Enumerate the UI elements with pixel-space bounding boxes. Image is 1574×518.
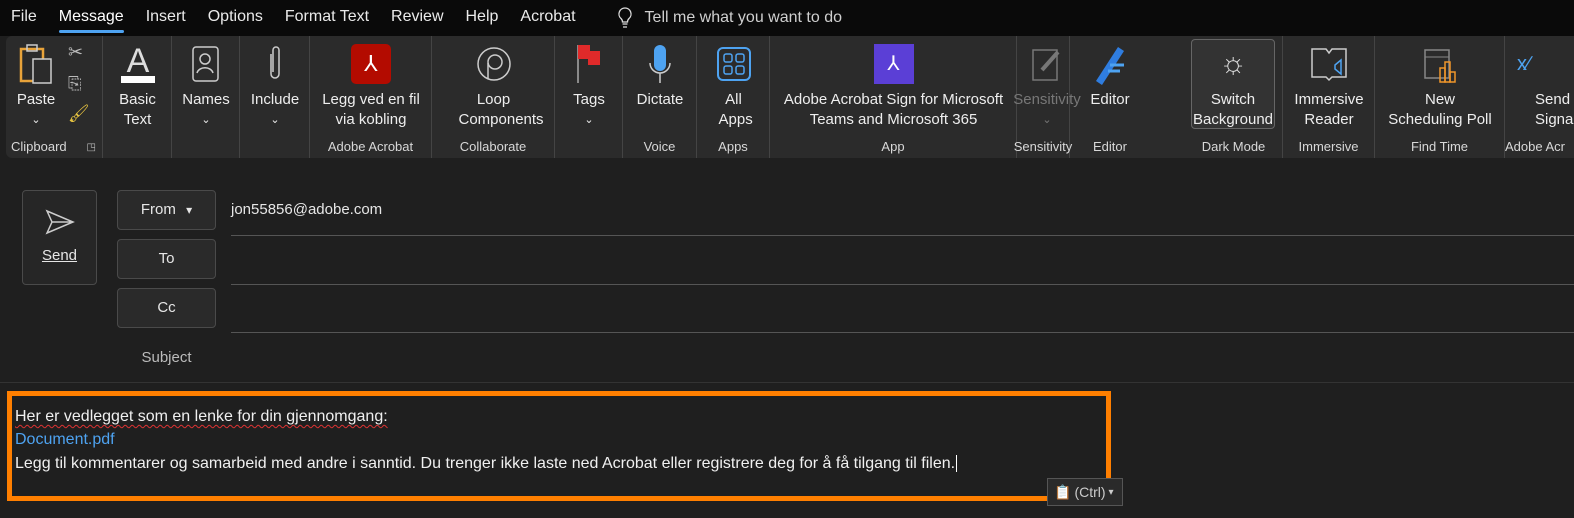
scheduling-poll-icon	[1375, 40, 1505, 88]
body-line-1: Her er vedlegget som en lenke for din gj…	[15, 408, 388, 425]
names-button[interactable]: Names ⌄	[172, 40, 240, 130]
paperclip-icon	[240, 40, 310, 88]
divider	[231, 235, 1574, 236]
divider	[231, 332, 1574, 333]
body-line-3: Legg til kommentarer og samarbeid med an…	[15, 455, 958, 473]
tell-me-text: Tell me what you want to do	[644, 9, 842, 26]
format-painter-icon[interactable]: 🖌	[68, 104, 90, 124]
svg-text:A: A	[126, 42, 149, 80]
group-include: Include ⌄	[240, 36, 310, 158]
dialog-launcher-icon[interactable]: ◳	[87, 142, 96, 153]
loop-components-button[interactable]: Loop Components	[432, 40, 555, 130]
signature-icon: x∕	[1517, 53, 1531, 75]
address-book-icon	[172, 40, 240, 88]
tags-button[interactable]: Tags ⌄	[555, 40, 623, 130]
menu-help[interactable]: Help	[455, 0, 510, 36]
group-clipboard: Paste ⌄ ✂ ⎘ 🖌 Clipboard ◳	[6, 36, 103, 158]
group-tags: Tags ⌄	[555, 36, 623, 158]
include-button[interactable]: Include ⌄	[240, 40, 310, 130]
copy-icon[interactable]: ⎘	[68, 74, 82, 94]
all-apps-button[interactable]: All Apps	[697, 40, 770, 130]
microphone-icon	[623, 40, 697, 88]
immersive-reader-button[interactable]: Immersive Reader	[1283, 40, 1375, 130]
send-for-signature-button[interactable]: x∕ Send Signa	[1517, 40, 1574, 130]
from-value: jon55856@adobe.com	[231, 201, 383, 218]
group-voice: Dictate Voice	[623, 36, 697, 158]
attach-file-via-link-button[interactable]: ⅄ Legg ved en fil via kobling	[310, 40, 432, 130]
menu-acrobat[interactable]: Acrobat	[509, 0, 586, 36]
menu-review[interactable]: Review	[380, 0, 454, 36]
dropdown-arrow-icon: ▾	[1108, 486, 1114, 498]
editor-button[interactable]: Editor	[1070, 40, 1150, 110]
sun-icon: ☼	[1219, 47, 1247, 80]
message-body[interactable]: Her er vedlegget som en lenke for din gj…	[0, 382, 1574, 518]
immersive-reader-icon	[1283, 40, 1375, 88]
document-link-text[interactable]: Document.pdf	[15, 431, 115, 448]
ribbon: Paste ⌄ ✂ ⎘ 🖌 Clipboard ◳ A Basic Text Na…	[6, 36, 1574, 158]
paste-button[interactable]: Paste ⌄	[10, 40, 62, 130]
subject-label: Subject	[141, 349, 192, 366]
body-line-3-text: Legg til kommentarer og samarbeid med an…	[15, 455, 956, 472]
group-collaborate: Loop Components Collaborate	[432, 36, 555, 158]
paste-options-button[interactable]: 📋 (Ctrl) ▾	[1047, 478, 1123, 506]
send-icon	[45, 209, 75, 235]
send-button[interactable]: Send	[22, 190, 97, 285]
cut-icon[interactable]: ✂	[68, 42, 83, 63]
group-immersive: Immersive Reader Immersive	[1283, 36, 1375, 158]
acrobat-sign-icon: ⅄	[770, 40, 1017, 88]
menu-file[interactable]: File	[0, 0, 48, 36]
to-button[interactable]: To	[117, 239, 216, 279]
group-dark-mode: ☼ Switch Background Dark Mode	[1185, 36, 1283, 158]
clipboard-icon: 📋	[1054, 483, 1072, 500]
group-basic-text: A Basic Text	[103, 36, 172, 158]
menu-insert[interactable]: Insert	[135, 0, 197, 36]
group-app: ⅄ Adobe Acrobat Sign for Microsoft Teams…	[770, 36, 1017, 158]
loop-icon	[432, 40, 555, 88]
document-link[interactable]: Document.pdf	[15, 431, 115, 449]
divider	[231, 284, 1574, 285]
cc-button[interactable]: Cc	[117, 288, 216, 328]
switch-background-button[interactable]: ☼ Switch Background	[1191, 39, 1275, 129]
apps-grid-icon	[697, 40, 770, 88]
basic-text-button[interactable]: A Basic Text	[103, 40, 172, 130]
acrobat-sign-button[interactable]: ⅄ Adobe Acrobat Sign for Microsoft Teams…	[770, 40, 1017, 130]
to-input[interactable]	[231, 238, 1574, 283]
group-apps: All Apps Apps	[697, 36, 770, 158]
dictate-button[interactable]: Dictate	[623, 40, 697, 110]
cc-input[interactable]	[231, 287, 1574, 332]
subject-input[interactable]	[231, 340, 1574, 380]
acrobat-icon: ⅄	[310, 40, 432, 88]
group-sensitivity: Sensitivity ⌄ Sensitivity	[1013, 36, 1081, 158]
text-cursor	[956, 455, 958, 472]
group-find-time: New Scheduling Poll Find Time	[1375, 36, 1505, 158]
group-names: Names ⌄	[172, 36, 240, 158]
lightbulb-icon	[617, 7, 632, 28]
tell-me-search[interactable]: Tell me what you want to do	[617, 7, 842, 29]
editor-pen-icon	[1070, 40, 1150, 88]
new-scheduling-poll-button[interactable]: New Scheduling Poll	[1375, 40, 1505, 130]
menu-options[interactable]: Options	[197, 0, 274, 36]
menu-format-text[interactable]: Format Text	[274, 0, 380, 36]
from-button[interactable]: From ▾	[117, 190, 216, 230]
flag-icon	[555, 40, 623, 88]
menu-bar: File Message Insert Options Format Text …	[0, 0, 1574, 36]
group-editor: Editor Editor	[1070, 36, 1185, 158]
group-adobe-acrobat-sign: x∕ Send Signa Adobe Acr	[1505, 36, 1574, 158]
menu-message[interactable]: Message	[48, 0, 135, 36]
compose-area: Send From ▾ jon55856@adobe.com To Cc Sub…	[0, 160, 1574, 518]
paste-icon	[10, 40, 62, 88]
font-color-icon: A	[103, 40, 172, 88]
group-adobe-acrobat: ⅄ Legg ved en fil via kobling Adobe Acro…	[310, 36, 432, 158]
chevron-down-icon: ▾	[186, 203, 193, 217]
